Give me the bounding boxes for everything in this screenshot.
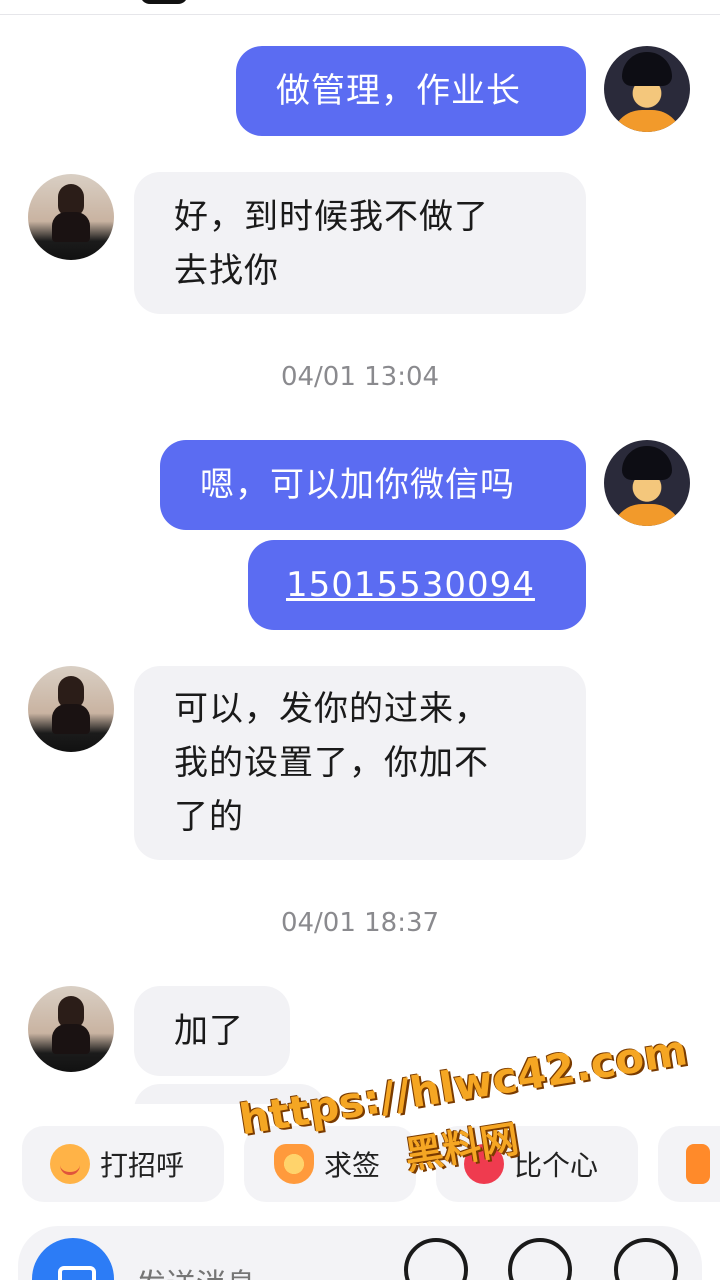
quick-actions-bar: 打招呼 求签 比个心 [0,1122,720,1206]
message-bubble-received-partial[interactable] [134,1084,326,1104]
message-line: 去找你 [174,251,279,291]
message-input[interactable] [134,1264,398,1280]
message-bubble-received[interactable]: 可以，发你的过来， 我的设置了，你加不 了的 [134,666,586,860]
message-line: 我的设置了，你加不 [174,743,489,783]
smile-icon [50,1144,90,1184]
message-line: 可以，发你的过来， [174,689,489,729]
contact-avatar[interactable] [28,174,114,260]
chat-screen: 做管理，作业长 好，到时候我不做了 去找你 04/01 13:04 嗯，可以加你… [0,0,720,1280]
voice-icon[interactable] [404,1238,468,1280]
plus-icon[interactable] [614,1238,678,1280]
my-avatar[interactable] [604,46,690,132]
quick-action-fortune[interactable]: 求签 [244,1126,416,1202]
group-icon [686,1144,710,1184]
flower-icon [274,1144,314,1184]
my-avatar[interactable] [604,440,690,526]
message-text: 嗯，可以加你微信吗 [200,465,515,505]
message-bubble-sent[interactable]: 嗯，可以加你微信吗 [160,440,586,530]
message-bubble-received[interactable]: 好，到时候我不做了 去找你 [134,172,586,314]
message-list[interactable]: 做管理，作业长 好，到时候我不做了 去找你 04/01 13:04 嗯，可以加你… [0,14,720,1104]
message-bubble-sent[interactable]: 15015530094 [248,540,586,630]
message-line: 好，到时候我不做了 [174,197,489,237]
phone-number-link[interactable]: 15015530094 [286,565,535,605]
quick-action-label: 打招呼 [100,1149,185,1182]
timestamp: 04/01 18:37 [280,908,440,938]
quick-action-heart[interactable]: 比个心 [436,1126,638,1202]
contact-avatar[interactable] [28,666,114,752]
message-bubble-sent[interactable]: 做管理，作业长 [236,46,586,136]
top-bar-stub [140,0,188,4]
heart-icon [464,1144,504,1184]
quick-action-label: 比个心 [514,1149,599,1182]
emoji-icon[interactable] [508,1238,572,1280]
message-text: 做管理，作业长 [276,71,521,111]
timestamp: 04/01 13:04 [280,362,440,392]
camera-button[interactable] [32,1238,114,1280]
top-bar [0,0,720,15]
message-text: 加了 [174,1011,244,1051]
message-bubble-received[interactable]: 加了 [134,986,290,1076]
message-line: 了的 [174,797,244,837]
contact-avatar[interactable] [28,986,114,1072]
quick-action-group[interactable] [658,1126,720,1202]
quick-action-label: 求签 [324,1149,381,1182]
message-composer [18,1226,702,1280]
quick-action-greet[interactable]: 打招呼 [22,1126,224,1202]
